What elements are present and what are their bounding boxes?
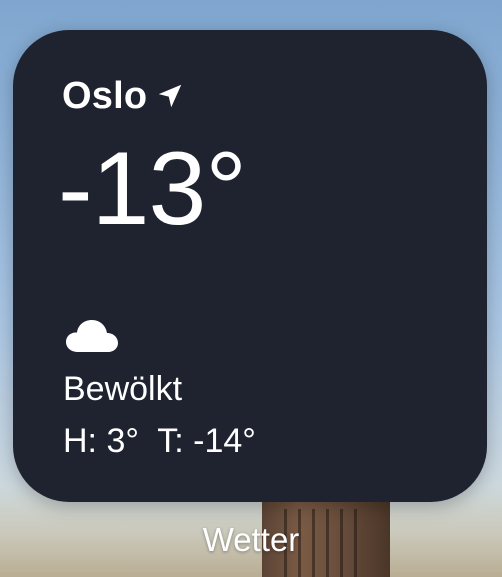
current-temperature: -13° — [58, 131, 247, 247]
weather-condition: Bewölkt — [63, 370, 183, 408]
city-name: Oslo — [62, 75, 148, 117]
weather-widget[interactable]: Oslo -13° Bewölkt H: 3° T: -14° — [13, 30, 487, 502]
city-row: Oslo — [62, 74, 185, 118]
high-low-temperature: H: 3° T: -14° — [63, 422, 256, 460]
cloud-icon — [64, 314, 120, 354]
widget-app-label: Wetter — [202, 521, 300, 558]
location-arrow-icon — [155, 81, 185, 111]
